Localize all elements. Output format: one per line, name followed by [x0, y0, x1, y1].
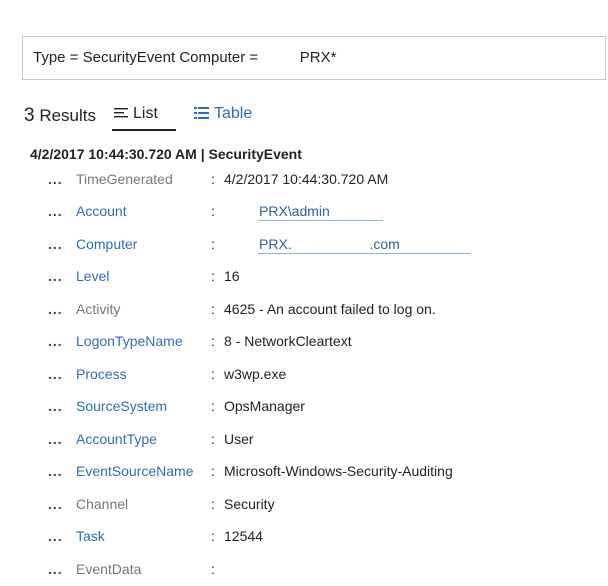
field-row-channel: ... Channel : Security: [48, 493, 608, 515]
field-separator: :: [211, 528, 215, 544]
more-options-icon[interactable]: ...: [48, 203, 63, 219]
field-value: Microsoft-Windows-Security-Auditing: [224, 463, 453, 479]
value-underline: [258, 253, 471, 254]
field-row-account: ... Account : PRX\admin: [48, 200, 608, 222]
field-separator: :: [211, 496, 215, 512]
more-options-icon[interactable]: ...: [48, 528, 63, 544]
field-row-eventsourcename: ... EventSourceName : Microsoft-Windows-…: [48, 460, 608, 482]
more-options-icon[interactable]: ...: [48, 463, 63, 479]
field-row-sourcesystem: ... SourceSystem : OpsManager: [48, 395, 608, 417]
table-icon: [194, 106, 209, 123]
record-header: 4/2/2017 10:44:30.720 AM | SecurityEvent: [30, 146, 302, 162]
more-options-icon[interactable]: ...: [48, 333, 63, 349]
field-row-eventdata: ... EventData :: [48, 558, 608, 580]
field-separator: :: [211, 268, 215, 284]
results-count-number: 3: [24, 105, 35, 126]
field-name[interactable]: Process: [76, 366, 127, 382]
field-name[interactable]: Level: [76, 268, 109, 284]
field-row-logontypename: ... LogonTypeName : 8 - NetworkCleartext: [48, 330, 608, 352]
field-separator: :: [211, 203, 215, 219]
tab-list-label: List: [133, 105, 158, 122]
search-query-input[interactable]: Type = SecurityEvent Computer = PRX*: [22, 36, 606, 80]
field-name[interactable]: EventSourceName: [76, 463, 194, 479]
field-separator: :: [211, 561, 215, 577]
field-separator: :: [211, 171, 215, 187]
active-tab-indicator: [112, 129, 176, 131]
more-options-icon[interactable]: ...: [48, 366, 63, 382]
field-name[interactable]: SourceSystem: [76, 398, 167, 414]
search-query-text: Type = SecurityEvent Computer = PRX*: [33, 49, 337, 66]
more-options-icon[interactable]: ...: [48, 496, 63, 512]
field-separator: :: [211, 398, 215, 414]
field-name[interactable]: Task: [76, 528, 105, 544]
more-options-icon[interactable]: ...: [48, 171, 63, 187]
field-name[interactable]: Computer: [76, 236, 137, 252]
field-value[interactable]: PRX\admin: [259, 203, 330, 219]
field-value: 12544: [224, 528, 263, 544]
field-name: TimeGenerated: [76, 171, 173, 187]
field-separator: :: [211, 431, 215, 447]
field-row-accounttype: ... AccountType : User: [48, 428, 608, 450]
field-value: 4/2/2017 10:44:30.720 AM: [224, 171, 389, 187]
field-row-level: ... Level : 16: [48, 265, 608, 287]
more-options-icon[interactable]: ...: [48, 236, 63, 252]
tab-table[interactable]: Table: [194, 105, 252, 123]
field-name[interactable]: Account: [76, 203, 127, 219]
field-value: Security: [224, 496, 275, 512]
field-value: 16: [224, 268, 240, 284]
field-value: 4625 - An account failed to log on.: [224, 301, 436, 317]
results-bar: 3 Results List Table: [24, 101, 584, 131]
field-name: Activity: [76, 301, 121, 317]
field-separator: :: [211, 463, 215, 479]
field-separator: :: [211, 333, 215, 349]
more-options-icon[interactable]: ...: [48, 398, 63, 414]
field-separator: :: [211, 301, 215, 317]
field-row-computer: ... Computer : PRX. .com: [48, 233, 608, 255]
tab-table-label: Table: [214, 105, 253, 122]
field-row-process: ... Process : w3wp.exe: [48, 363, 608, 385]
field-name[interactable]: AccountType: [76, 431, 157, 447]
field-row-timegenerated: ... TimeGenerated : 4/2/2017 10:44:30.72…: [48, 168, 608, 190]
field-value: User: [224, 431, 254, 447]
more-options-icon[interactable]: ...: [48, 431, 63, 447]
field-name: Channel: [76, 496, 129, 512]
field-name: EventData: [76, 561, 142, 577]
list-icon: [114, 106, 128, 123]
field-separator: :: [211, 236, 215, 252]
field-row-activity: ... Activity : 4625 - An account failed …: [48, 298, 608, 320]
results-count-label: Results: [39, 106, 96, 125]
field-value: w3wp.exe: [224, 366, 287, 382]
field-value: 8 - NetworkCleartext: [224, 333, 352, 349]
value-underline: [258, 220, 383, 221]
field-separator: :: [211, 366, 215, 382]
field-value: OpsManager: [224, 398, 305, 414]
more-options-icon[interactable]: ...: [48, 561, 63, 577]
field-name[interactable]: LogonTypeName: [76, 333, 183, 349]
field-value[interactable]: PRX. .com: [259, 236, 400, 252]
more-options-icon[interactable]: ...: [48, 268, 63, 284]
field-row-task: ... Task : 12544: [48, 525, 608, 547]
results-count: 3 Results: [24, 105, 96, 127]
more-options-icon[interactable]: ...: [48, 301, 63, 317]
tab-list[interactable]: List: [114, 105, 158, 123]
